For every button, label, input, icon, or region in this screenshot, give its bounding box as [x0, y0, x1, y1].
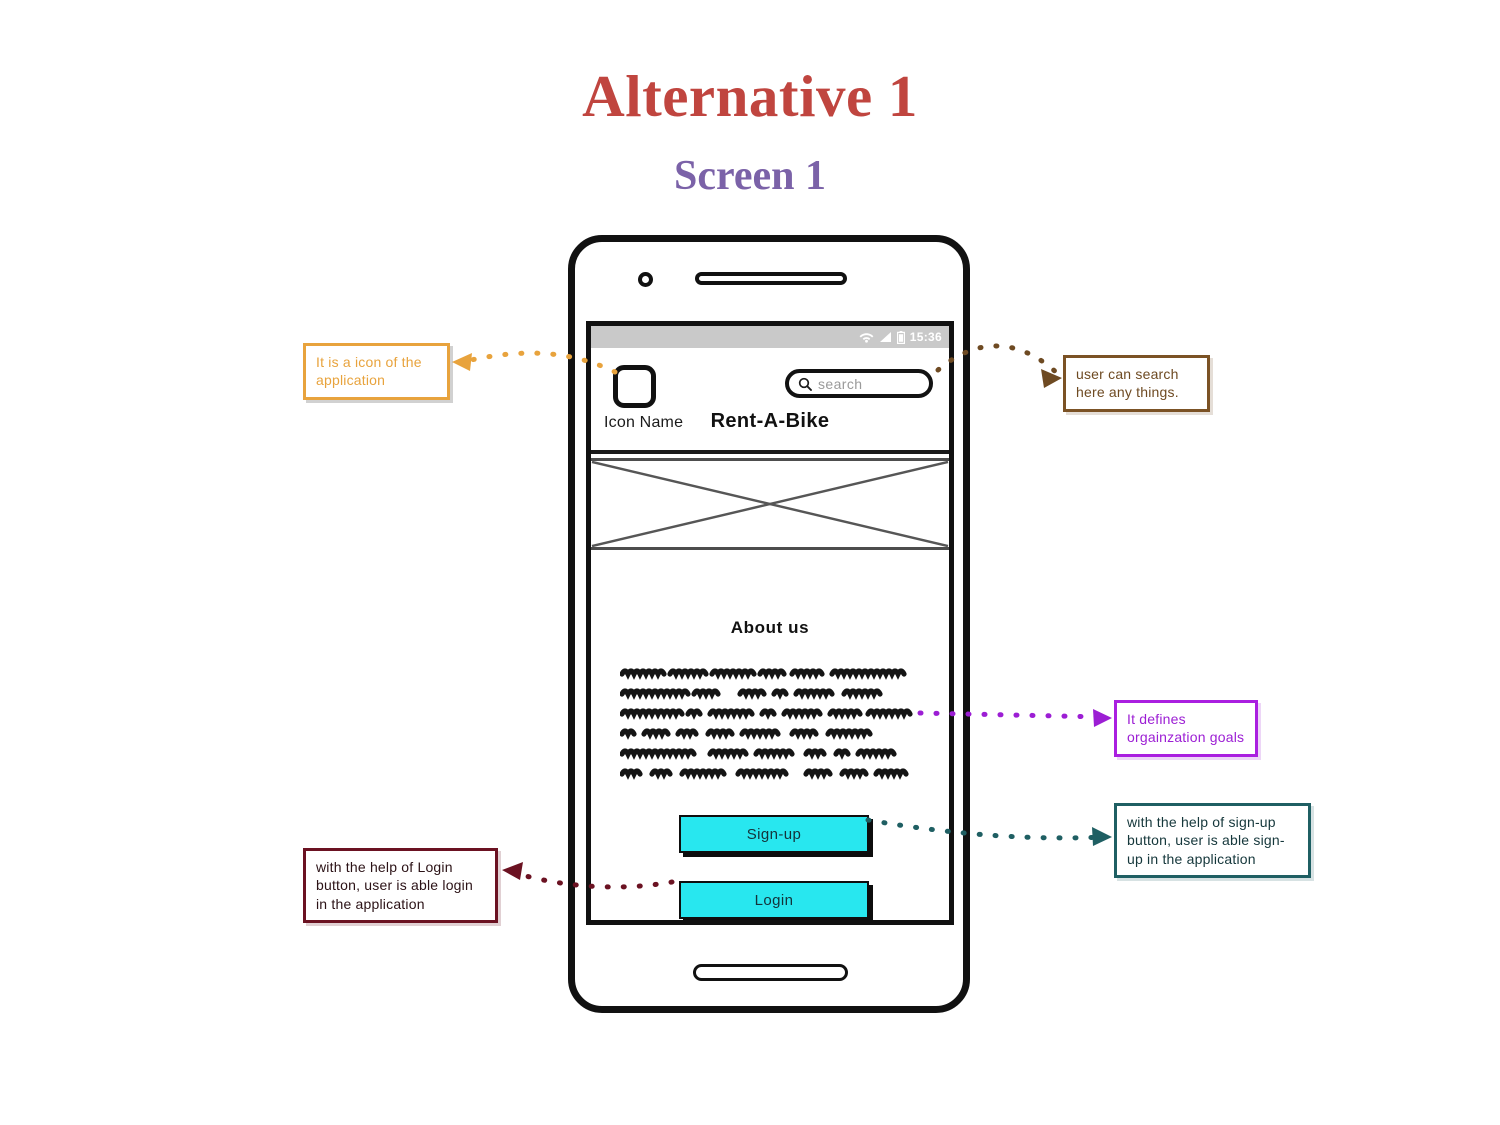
annotation-signup-note: with the help of sign-up button, user is… — [1114, 803, 1311, 879]
page-title: Alternative 1 — [582, 63, 918, 129]
annotation-about-note: It defines orgainzation goals — [1114, 700, 1258, 757]
status-bar-time: 15:36 — [909, 330, 942, 344]
home-button[interactable] — [693, 964, 848, 981]
status-bar: 15:36 — [591, 326, 949, 348]
login-button[interactable]: Login — [679, 881, 869, 919]
annotation-icon-note: It is a icon of the application — [303, 343, 450, 400]
phone-frame: 15:36 Icon Name search Rent-A-Bike About… — [568, 235, 970, 1013]
signal-icon — [879, 332, 891, 342]
app-icon[interactable] — [613, 365, 656, 408]
battery-icon — [896, 330, 905, 344]
front-camera-icon — [638, 272, 653, 287]
app-title: Rent-A-Bike — [710, 410, 830, 432]
wifi-icon — [859, 333, 874, 343]
search-icon — [798, 377, 812, 391]
page-subtitle: Screen 1 — [673, 153, 827, 199]
image-placeholder-cross-icon — [591, 461, 949, 547]
annotation-login-note: with the help of Login button, user is a… — [303, 848, 498, 924]
about-heading: About us — [730, 618, 810, 637]
image-placeholder — [591, 458, 949, 550]
search-placeholder: search — [818, 375, 863, 392]
about-placeholder-text — [620, 668, 920, 794]
annotation-search-note: user can search here any things. — [1063, 355, 1210, 412]
earpiece-speaker — [695, 272, 847, 285]
app-header: Icon Name search Rent-A-Bike — [591, 348, 949, 454]
phone-screen: 15:36 Icon Name search Rent-A-Bike About… — [586, 321, 954, 925]
mockup-canvas: Alternative 1 Screen 1 15:36 Icon Name s… — [0, 0, 1500, 1125]
signup-button[interactable]: Sign-up — [679, 815, 869, 853]
search-input[interactable]: search — [785, 369, 933, 398]
scribble-lines — [620, 668, 913, 780]
